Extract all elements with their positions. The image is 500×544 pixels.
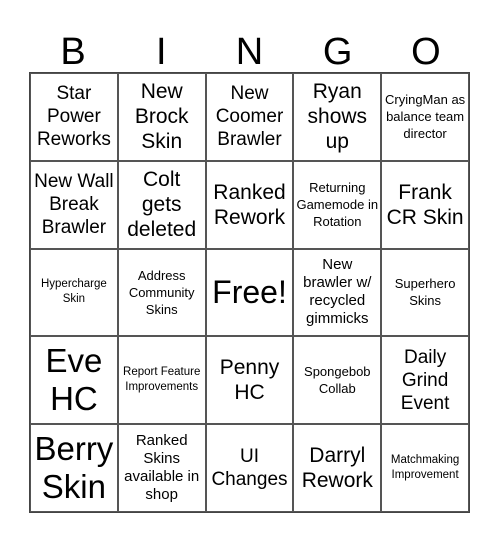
bingo-cell[interactable]: Ryan shows up [293,73,382,161]
bingo-cell[interactable]: Address Community Skins [117,248,206,337]
bingo-cell[interactable]: Matchmaking Improvement [381,424,469,512]
bingo-cell[interactable]: Spongebob Collab [293,336,382,425]
bingo-cell[interactable]: Returning Gamemode in Rotation [293,160,382,249]
bingo-cell[interactable]: Superhero Skins [381,248,469,337]
bingo-cell[interactable]: Penny HC [205,336,294,425]
bingo-cell[interactable]: UI Changes [205,424,294,512]
bingo-cell[interactable]: Darryl Rework [293,424,382,512]
bingo-cell[interactable]: CryingMan as balance team director [381,73,469,161]
header-letter-o: O [411,31,441,73]
bingo-cell[interactable]: Hypercharge Skin [30,248,118,337]
free-space[interactable]: Free! [205,248,294,337]
bingo-cell[interactable]: Berry Skin [30,424,118,512]
bingo-grid: Star Power Reworks New Brock Skin New Co… [29,72,470,513]
header-letter-i: I [156,31,167,73]
bingo-cell[interactable]: New brawler w/ recycled gimmicks [293,248,382,337]
bingo-cell[interactable]: Ranked Rework [205,160,294,249]
bingo-cell[interactable]: New Brock Skin [117,73,206,161]
bingo-cell[interactable]: New Wall Break Brawler [30,160,118,249]
header-letter-b: B [60,31,86,73]
bingo-cell[interactable]: New Coomer Brawler [205,73,294,161]
bingo-cell[interactable]: Star Power Reworks [30,73,118,161]
header-letter-n: N [235,31,264,73]
header-letter-g: G [322,31,353,73]
bingo-cell[interactable]: Daily Grind Event [381,336,469,425]
bingo-header: B I N G O [29,30,470,74]
bingo-cell[interactable]: Ranked Skins available in shop [117,424,206,512]
bingo-cell[interactable]: Colt gets deleted [117,160,206,249]
bingo-cell[interactable]: Frank CR Skin [381,160,469,249]
bingo-cell[interactable]: Report Feature Improvements [117,336,206,425]
bingo-cell[interactable]: Eve HC [30,336,118,425]
